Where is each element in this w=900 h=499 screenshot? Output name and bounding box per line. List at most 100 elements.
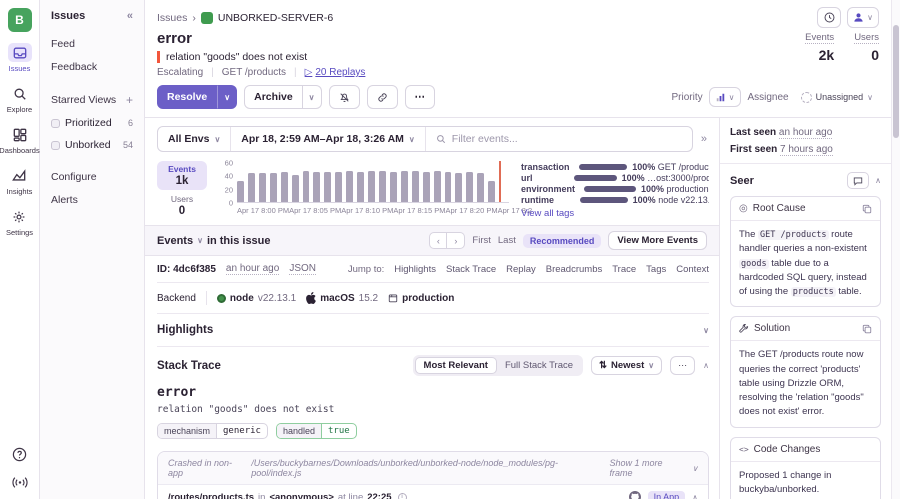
info-icon[interactable]: i <box>398 493 407 499</box>
sidebar-item-issues[interactable]: Issues <box>8 43 32 73</box>
date-range-filter[interactable]: Apr 18, 2:59 AM–Apr 18, 3:26 AM∨ <box>230 127 424 151</box>
chart-bar[interactable] <box>445 172 452 202</box>
tag-row[interactable]: environment 100% production <box>521 183 709 194</box>
more-actions-button[interactable]: ⋯ <box>405 85 436 109</box>
expand-sidebar-icon[interactable]: » <box>699 133 709 145</box>
users-series-toggle[interactable]: Users 0 <box>157 194 207 217</box>
breadcrumb-issues[interactable]: Issues <box>157 12 187 24</box>
chart-bar[interactable] <box>270 173 277 202</box>
jump-link[interactable]: Breadcrumbs <box>546 264 603 275</box>
chart-bar[interactable] <box>412 171 419 202</box>
jump-link[interactable]: Tags <box>646 264 666 275</box>
scrollbar-thumb[interactable] <box>893 25 899 138</box>
highlights-section[interactable]: Highlights ∨ <box>157 313 709 346</box>
prev-event-button[interactable]: ‹ <box>429 232 447 249</box>
chart-bar[interactable] <box>401 171 408 202</box>
assignee-select[interactable]: Unassigned ∨ <box>795 87 879 107</box>
chart-bar[interactable] <box>248 173 255 202</box>
chevron-up-icon[interactable]: ∧ <box>692 493 698 499</box>
sidenav-item[interactable]: Feed <box>51 38 133 50</box>
chart-bar[interactable] <box>357 172 364 202</box>
json-link[interactable]: JSON <box>289 263 316 275</box>
broadcast-icon[interactable] <box>12 476 28 489</box>
starred-view-unborked[interactable]: Unborked 54 <box>51 139 133 151</box>
chart-bar[interactable] <box>259 173 266 202</box>
participants-button[interactable]: ∨ <box>847 7 879 28</box>
sidebar-item-settings[interactable]: Settings <box>6 207 33 237</box>
chevron-up-icon[interactable]: ∧ <box>703 361 709 370</box>
chevron-down-icon[interactable]: ∨ <box>703 326 709 335</box>
chart-bar[interactable] <box>423 172 430 202</box>
first-seen-value[interactable]: 7 hours ago <box>780 144 833 156</box>
most-relevant-tab[interactable]: Most Relevant <box>415 357 497 374</box>
github-icon[interactable] <box>629 491 641 499</box>
jump-link[interactable]: Highlights <box>394 264 436 275</box>
view-more-events-button[interactable]: View More Events <box>608 231 707 250</box>
os-context[interactable]: macOS15.2 <box>306 292 378 304</box>
chart-bar[interactable] <box>303 171 310 202</box>
chart-bar[interactable] <box>281 172 288 202</box>
stack-more-button[interactable]: ⋯ <box>670 356 695 375</box>
jump-link[interactable]: Replay <box>506 264 536 275</box>
recommended-pill[interactable]: Recommended <box>523 234 602 248</box>
resolve-button[interactable]: Resolve <box>157 85 217 109</box>
collapsed-frame-row[interactable]: Crashed in non-app /Users/buckybarnes/Do… <box>158 452 708 484</box>
chart-bar[interactable] <box>292 175 299 202</box>
jump-link[interactable]: Stack Trace <box>446 264 496 275</box>
chart-bar[interactable] <box>313 172 320 202</box>
jump-link[interactable]: Trace <box>612 264 636 275</box>
environment-filter[interactable]: All Envs∨ <box>158 127 230 151</box>
chart-bar[interactable] <box>466 172 473 202</box>
archive-button[interactable]: Archive <box>244 85 303 109</box>
archive-dropdown-button[interactable]: ∨ <box>303 85 322 109</box>
environment-context[interactable]: production <box>388 293 454 304</box>
chart-bar[interactable] <box>346 171 353 202</box>
jump-link[interactable]: Context <box>676 264 709 275</box>
full-stack-trace-tab[interactable]: Full Stack Trace <box>497 358 581 373</box>
vertical-scrollbar[interactable] <box>891 0 900 499</box>
starred-view-prioritized[interactable]: Prioritized 6 <box>51 117 133 129</box>
view-all-tags-link[interactable]: View all tags <box>521 208 709 219</box>
replays-link[interactable]: ▷20 Replays <box>305 67 366 78</box>
copy-icon[interactable] <box>862 204 872 214</box>
last-event-link[interactable]: Last <box>498 235 516 246</box>
org-avatar[interactable]: B <box>8 8 32 32</box>
tag-row[interactable]: transaction 100% GET /products <box>521 161 709 172</box>
sort-select[interactable]: ⇅Newest∨ <box>591 356 662 375</box>
sidebar-item-dashboards[interactable]: Dashboards <box>0 125 40 155</box>
chart-bar[interactable] <box>434 171 441 202</box>
tag-row[interactable]: runtime 100% node v22.13.1 <box>521 194 709 205</box>
chart-bar[interactable] <box>379 171 386 202</box>
priority-select[interactable]: ∨ <box>709 87 742 107</box>
runtime-context[interactable]: nodev22.13.1 <box>217 293 296 304</box>
copy-icon[interactable] <box>862 324 872 334</box>
chart-bar[interactable] <box>368 171 375 202</box>
chart-bar[interactable] <box>488 181 495 202</box>
sidenav-item[interactable]: Alerts <box>51 194 133 206</box>
handled-tag[interactable]: handledtrue <box>276 423 357 439</box>
subscribe-button[interactable] <box>329 85 360 109</box>
history-button[interactable] <box>817 7 841 28</box>
chevron-up-icon[interactable]: ∧ <box>875 176 881 185</box>
mechanism-tag[interactable]: mechanismgeneric <box>157 423 268 439</box>
sidebar-item-insights[interactable]: Insights <box>7 166 33 196</box>
chart-bar[interactable] <box>335 172 342 202</box>
share-button[interactable] <box>367 85 398 109</box>
last-seen-value[interactable]: an hour ago <box>779 127 832 139</box>
next-event-button[interactable]: › <box>447 232 465 249</box>
collapse-sidebar-icon[interactable]: « <box>127 10 133 22</box>
chart-bar[interactable] <box>324 172 331 202</box>
resolve-dropdown-button[interactable]: ∨ <box>217 85 237 109</box>
chart-bar[interactable] <box>455 173 462 202</box>
chart-bar[interactable] <box>237 181 244 202</box>
sidenav-item[interactable]: Configure <box>51 171 133 183</box>
sidebar-item-explore[interactable]: Explore <box>7 84 32 114</box>
help-icon[interactable] <box>12 447 27 462</box>
events-series-toggle[interactable]: Events 1k <box>157 161 207 190</box>
tag-row[interactable]: url 100% …ost:3000/products <box>521 172 709 183</box>
chart-bar[interactable] <box>477 173 484 202</box>
first-event-link[interactable]: First <box>472 235 490 246</box>
sidenav-item[interactable]: Feedback <box>51 61 133 73</box>
breadcrumb-project[interactable]: UNBORKED-SERVER-6 <box>218 12 333 24</box>
seer-feedback-button[interactable] <box>847 172 869 189</box>
